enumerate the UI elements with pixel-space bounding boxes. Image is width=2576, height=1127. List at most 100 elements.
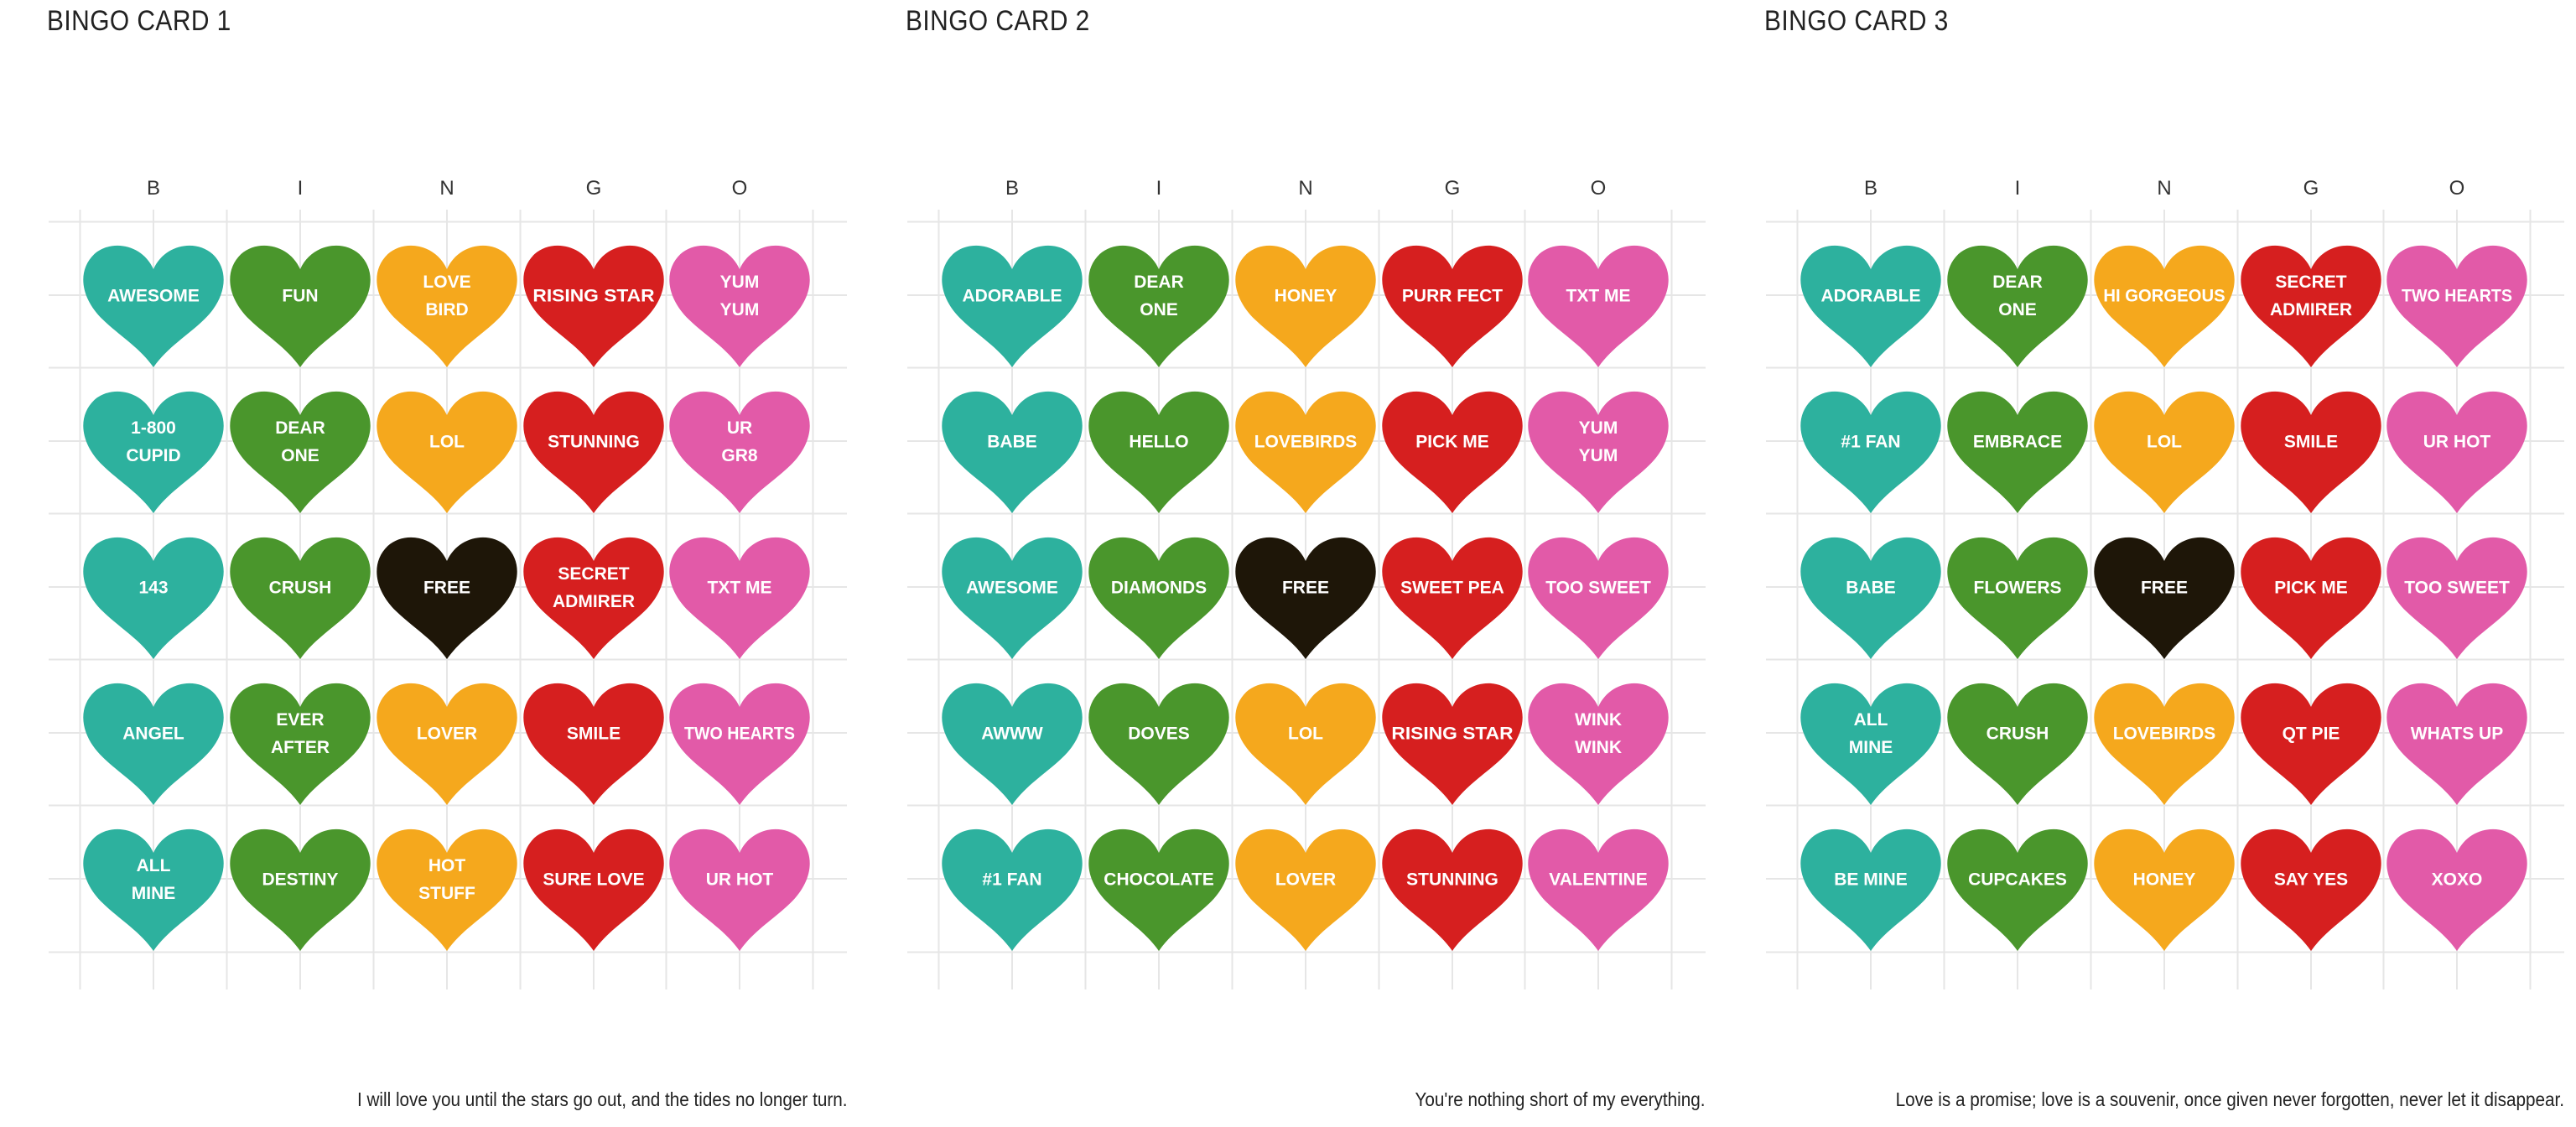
heart-label: AWESOME [966,579,1058,598]
heart-label: DIAMONDS [1111,579,1207,598]
heart-label: CUPCAKES [1968,870,2067,890]
heart-label: 1-800 [131,418,176,438]
heart-label: YUM [720,300,760,319]
heart-label: YUM [1579,446,1618,465]
column-header-o: O [732,177,748,200]
card-2-grid: B I N G O ADORABLE DEAR ONE HONEY PURR FECT TXT ME… [907,177,1706,989]
heart-label: BE MINE [1834,870,1908,890]
heart-label: LOVEBIRDS [2113,724,2216,744]
column-header-g: G [586,177,602,200]
heart-label: BABE [1846,579,1896,598]
heart-label: PICK ME [2274,579,2348,598]
bingo-card-1: B I N G O AWESOME FUN LOVE BIRD RISING STAR YUM YUM… [0,0,859,1127]
heart-label: HI GORGEOUS [2103,287,2225,306]
heart-label: ONE [281,446,319,465]
heart-label: ADMIRER [2270,300,2352,319]
heart-label: LOL [2147,433,2182,452]
heart-label: BIRD [425,300,468,319]
heart-label: TXT ME [708,579,772,598]
heart-label: STUNNING [1406,870,1498,890]
heart-label: TOO SWEET [2404,579,2510,598]
heart-label: SWEET PEA [1400,579,1504,598]
heart-label: LOVE [423,273,470,292]
heart-label: LOVEBIRDS [1254,433,1358,452]
heart-label: ADORABLE [1821,287,1921,306]
heart-label: ANGEL [122,724,184,744]
heart-label: YUM [1579,418,1618,438]
heart-label: WHATS UP [2411,724,2503,744]
heart-label: HOT [428,856,466,875]
heart-label: LOVER [417,724,477,744]
heart-label: TWO HEARTS [684,724,795,744]
column-header-n: N [2157,177,2171,200]
column-header-o: O [1591,177,1607,200]
heart-label: WINK [1575,738,1622,757]
heart-label: HONEY [1275,287,1337,306]
bingo-card-2: B I N G O ADORABLE DEAR ONE HONEY PURR FECT TXT ME… [859,0,1717,1127]
card-1-title: BINGO CARD 1 [47,5,231,37]
heart-label: EVER [276,710,324,730]
heart-label: ADORABLE [963,287,1062,306]
heart-label: ALL [137,856,171,875]
heart-label: PURR FECT [1402,287,1503,306]
heart-label: TWO HEARTS [2402,287,2512,306]
column-header-g: G [2303,177,2319,200]
heart-label: SECRET [558,564,629,584]
heart-label: STUNNING [548,433,640,452]
heart-label: LOL [1288,724,1323,744]
heart-label: YUM [720,273,760,292]
heart-label: DESTINY [262,870,338,890]
heart-label: DEAR [1134,273,1184,292]
heart-label: SMILE [567,724,621,744]
card-3-grid: B I N G O ADORABLE DEAR ONE HI GORGEOUS SECRET ADM… [1766,177,2564,989]
card-3-title: BINGO CARD 3 [1764,5,1949,37]
card-1-quote: I will love you until the stars go out, … [356,1088,847,1110]
heart-label: AFTER [271,738,330,757]
heart-label: STUFF [418,884,475,903]
heart-label: 143 [138,579,168,598]
heart-label: #1 FAN [1841,433,1900,452]
heart-label: BABE [987,433,1037,452]
heart-label: GR8 [721,446,758,465]
heart-label: WINK [1575,710,1622,730]
heart-label: TOO SWEET [1545,579,1651,598]
column-header-i: I [1156,177,1162,200]
column-header-b: B [1005,177,1019,200]
column-header-i: I [298,177,304,200]
heart-label: LOVER [1275,870,1336,890]
heart-label: ADMIRER [553,592,635,611]
column-header-n: N [1298,177,1312,200]
heart-label: ONE [1140,300,1178,319]
heart-label: MINE [1849,738,1893,757]
bingo-card-3: B I N G O ADORABLE DEAR ONE HI GORGEOUS SECRET ADM… [1717,0,2576,1127]
heart-label: FREE [423,579,470,598]
column-header-i: I [2015,177,2021,200]
heart-label: DEAR [1992,273,2043,292]
column-header-o: O [2449,177,2465,200]
heart-label: LOL [429,433,465,452]
heart-label: SURE LOVE [543,870,644,890]
heart-label: AWESOME [107,287,200,306]
column-header-b: B [1864,177,1877,200]
heart-label: RISING STAR [1391,724,1513,744]
column-header-g: G [1445,177,1461,200]
card-1-grid: B I N G O AWESOME FUN LOVE BIRD RISING STAR YUM YUM… [49,177,847,989]
card-2-title: BINGO CARD 2 [906,5,1090,37]
heart-label: ONE [1998,300,2037,319]
heart-label: RISING STAR [532,287,654,306]
heart-label: HONEY [2133,870,2196,890]
heart-label: TXT ME [1566,287,1631,306]
heart-label: DOVES [1128,724,1190,744]
heart-label: FREE [1282,579,1329,598]
card-3-quote: Love is a promise; love is a souvenir, o… [1895,1088,2564,1110]
heart-label: EMBRACE [1973,433,2062,452]
heart-label: UR HOT [706,870,774,890]
heart-label: SMILE [2284,433,2338,452]
heart-label: CRUSH [269,579,332,598]
heart-label: FREE [2141,579,2188,598]
heart-label: FLOWERS [1974,579,2062,598]
heart-label: VALENTINE [1549,870,1647,890]
heart-label: AWWW [981,724,1043,744]
heart-label: HELLO [1129,433,1188,452]
heart-label: PICK ME [1415,433,1489,452]
